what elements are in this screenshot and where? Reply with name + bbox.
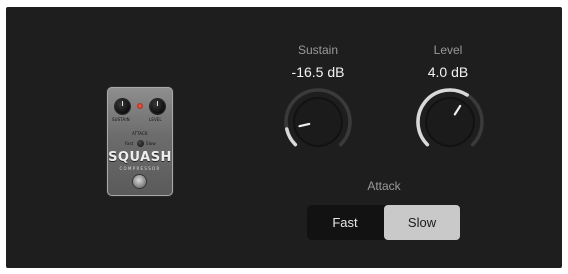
pedal-sustain-knob (115, 99, 130, 114)
sustain-knob[interactable] (282, 86, 354, 158)
pedal-level-label: LEVEL (149, 117, 162, 122)
level-value: 4.0 dB (427, 64, 469, 80)
pedal-led-icon (137, 103, 143, 109)
level-label: Level (433, 43, 463, 57)
attack-slow-button[interactable]: Slow (384, 205, 460, 240)
pedal-sustain-label: SUSTAIN (112, 117, 130, 122)
pedal-brand: SQUASH (108, 150, 172, 165)
pedal-subtitle: COMPRESSOR (119, 166, 161, 171)
pedal-footswitch (133, 175, 146, 188)
pedal-level-knob (150, 99, 165, 114)
attack-fast-button[interactable]: Fast (307, 205, 383, 240)
level-knob[interactable] (414, 86, 486, 158)
pedal-slow-label: Slow (146, 141, 156, 146)
attack-label: Attack (367, 179, 401, 193)
pedal-attack-toggle (137, 140, 144, 147)
pedal-fast-label: Fast (125, 141, 134, 146)
sustain-label: Sustain (297, 43, 339, 57)
attack-segmented-control: Fast Slow (307, 205, 460, 240)
sustain-value: -16.5 dB (291, 64, 345, 80)
squash-compressor-pedal: SUSTAIN LEVEL ATTACK Fast Slow SQUASH CO… (107, 87, 173, 196)
pedal-attack-label: ATTACK (132, 131, 148, 136)
